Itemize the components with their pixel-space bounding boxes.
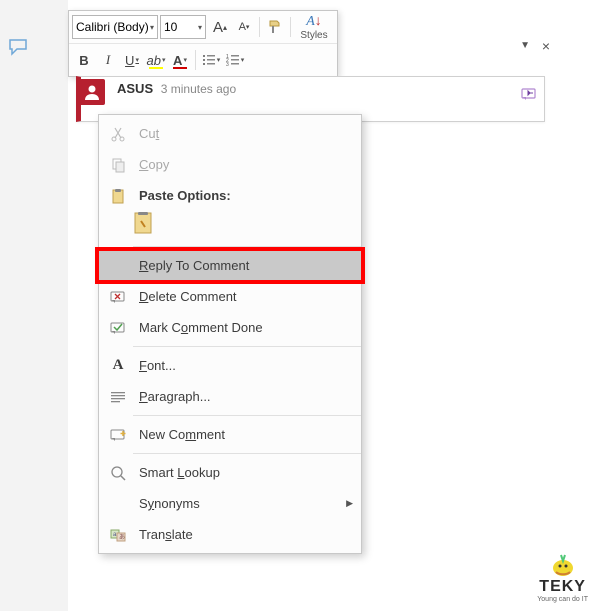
menu-label: Copy <box>139 157 353 172</box>
menu-label: Cut <box>139 126 353 141</box>
menu-label: Reply To Comment <box>139 258 353 273</box>
comment-username: ASUS <box>117 81 153 96</box>
underline-button[interactable]: U▾ <box>121 49 143 71</box>
svg-text:あ: あ <box>119 534 125 541</box>
chevron-down-icon: ▾ <box>150 23 154 32</box>
logo-tagline: Young can do IT <box>537 596 588 603</box>
font-color-button[interactable]: A▾ <box>169 49 191 71</box>
menu-label: Smart Lookup <box>139 465 353 480</box>
menu-copy: Copy <box>99 149 361 180</box>
numbering-button[interactable]: 123▾ <box>224 49 246 71</box>
font-name-select[interactable]: Calibri (Body)▾ <box>72 15 158 39</box>
comment-balloon-icon <box>8 38 30 61</box>
svg-text:3: 3 <box>226 62 229 67</box>
comment-timestamp: 3 minutes ago <box>161 82 236 96</box>
menu-label: Mark Comment Done <box>139 320 353 335</box>
done-icon <box>107 317 129 339</box>
menu-delete-comment[interactable]: Delete Comment <box>99 281 361 312</box>
menu-reply-to-comment[interactable]: Reply To Comment <box>99 250 361 281</box>
reply-icon <box>107 255 129 277</box>
menu-label: Paragraph... <box>139 389 353 404</box>
font-size-value: 10 <box>164 20 177 34</box>
font-name-value: Calibri (Body) <box>76 20 149 34</box>
paragraph-icon <box>107 386 129 408</box>
menu-translate[interactable]: aあ Translate <box>99 519 361 550</box>
translate-icon: aあ <box>107 524 129 546</box>
bullets-button[interactable]: ▾ <box>200 49 222 71</box>
menu-synonyms[interactable]: Synonyms ▶ <box>99 488 361 519</box>
logo-brand: TEKY <box>537 578 588 596</box>
menu-cut: Cut <box>99 118 361 149</box>
format-painter-button[interactable] <box>264 16 286 38</box>
menu-paragraph[interactable]: Paragraph... <box>99 381 361 412</box>
font-icon: A <box>107 355 129 377</box>
avatar <box>79 79 105 105</box>
new-comment-icon <box>107 424 129 446</box>
pane-close-button[interactable]: × <box>542 38 550 54</box>
cut-icon <box>107 123 129 145</box>
paste-option-keep-source[interactable] <box>133 211 361 242</box>
reply-icon[interactable] <box>520 87 538 106</box>
paste-icon <box>107 185 129 207</box>
styles-label: Styles <box>300 30 327 41</box>
grow-font-button[interactable]: A▴ <box>209 16 231 38</box>
copy-icon <box>107 154 129 176</box>
font-size-select[interactable]: 10 ▾ <box>160 15 206 39</box>
search-icon <box>107 462 129 484</box>
menu-new-comment[interactable]: New Comment <box>99 419 361 450</box>
menu-mark-comment-done[interactable]: Mark Comment Done <box>99 312 361 343</box>
synonyms-icon <box>107 493 129 515</box>
context-menu: Cut Copy Paste Options: Reply To Comment… <box>98 114 362 554</box>
mini-toolbar: Calibri (Body)▾ 10▾ A▴ A▾ A↓ Styles B I … <box>68 10 338 77</box>
chevron-down-icon: ▾ <box>198 23 202 32</box>
submenu-arrow-icon: ▶ <box>346 498 353 509</box>
highlight-color-button[interactable]: ab▾ <box>145 49 167 71</box>
menu-label: Synonyms <box>139 496 346 511</box>
menu-label: Translate <box>139 527 353 542</box>
pane-dropdown-chevron[interactable]: ▼ <box>520 40 530 51</box>
menu-label: Font... <box>139 358 353 373</box>
menu-smart-lookup[interactable]: Smart Lookup <box>99 457 361 488</box>
teky-logo: TEKY Young can do IT <box>537 552 588 603</box>
shrink-font-button[interactable]: A▾ <box>233 16 255 38</box>
menu-label: Paste Options: <box>139 188 353 203</box>
menu-label: Delete Comment <box>139 289 353 304</box>
menu-label: New Comment <box>139 427 353 442</box>
menu-paste-options: Paste Options: <box>99 180 361 211</box>
italic-button[interactable]: I <box>97 49 119 71</box>
styles-button[interactable]: A↓ Styles <box>294 14 334 41</box>
delete-comment-icon <box>107 286 129 308</box>
menu-font[interactable]: A Font... <box>99 350 361 381</box>
bold-button[interactable]: B <box>73 49 95 71</box>
